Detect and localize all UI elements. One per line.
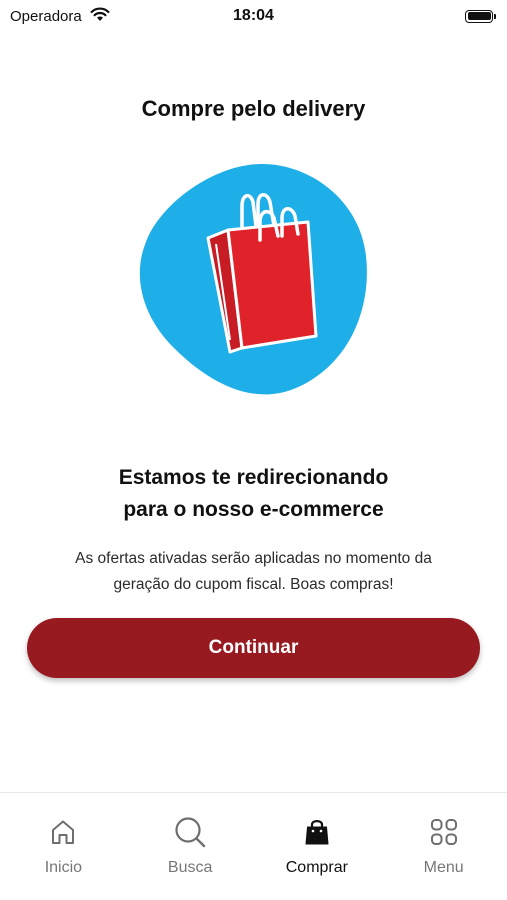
bottom-tab-bar: Inicio Busca Comprar Menu xyxy=(0,792,507,900)
tab-busca[interactable]: Busca xyxy=(127,793,254,900)
delivery-illustration xyxy=(134,160,374,400)
carrier-name: Operadora xyxy=(10,7,82,25)
tab-label-busca: Busca xyxy=(167,859,213,876)
headline-line-1: Estamos te redirecionando xyxy=(118,466,389,489)
headline-line-2: para o nosso e-commerce xyxy=(123,498,384,521)
home-icon xyxy=(46,815,80,849)
continue-button[interactable]: Continuar xyxy=(27,618,480,678)
redirect-message: As ofertas ativadas serão aplicadas no m… xyxy=(24,546,483,598)
redirect-headline: Estamos te redirecionando para o nosso e… xyxy=(0,462,507,526)
tab-label-inicio: Inicio xyxy=(44,859,83,876)
message-line-2: geração do cupom fiscal. Boas compras! xyxy=(113,576,394,593)
tab-label-comprar: Comprar xyxy=(285,859,348,876)
page-title: Compre pelo delivery xyxy=(141,96,366,121)
tab-comprar[interactable]: Comprar xyxy=(254,793,381,900)
status-bar: Operadora 18:04 xyxy=(0,0,507,32)
grid-icon xyxy=(427,815,461,849)
message-line-1: As ofertas ativadas serão aplicadas no m… xyxy=(75,550,432,567)
tab-inicio[interactable]: Inicio xyxy=(0,793,127,900)
shopping-bag-icon xyxy=(139,164,367,395)
status-left: Operadora xyxy=(10,7,110,26)
wifi-icon xyxy=(90,7,110,26)
shopping-bag-icon xyxy=(300,815,334,849)
battery-icon xyxy=(465,9,496,23)
tab-menu[interactable]: Menu xyxy=(380,793,507,900)
search-icon xyxy=(173,815,207,849)
tab-label-menu: Menu xyxy=(423,859,464,876)
